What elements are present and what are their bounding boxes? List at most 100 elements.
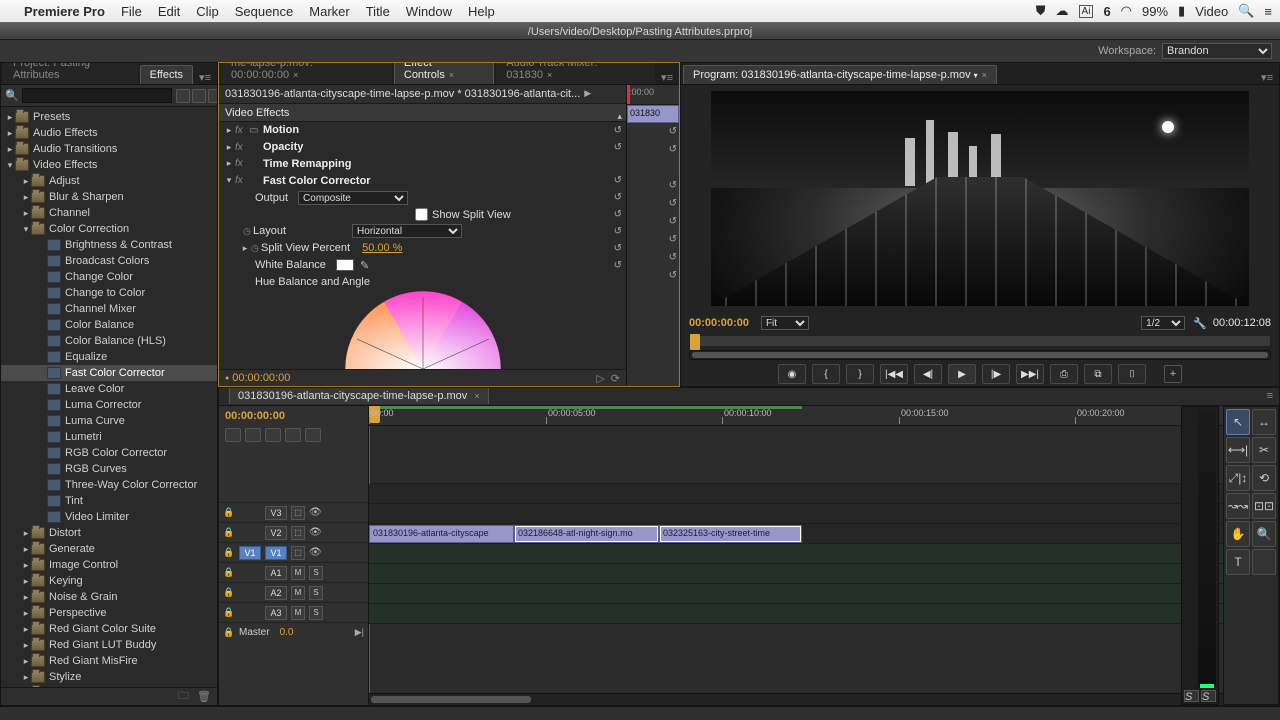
transport-btn-5[interactable]: ▶ (948, 364, 976, 384)
tool-btn-6[interactable]: ↝↝ (1226, 493, 1250, 519)
effect-keyframe-area[interactable]: :00:00 031830 ↺↺↺↺↺↺↺↺ (627, 85, 679, 386)
workspace-select[interactable]: Brandon (1162, 43, 1272, 59)
spotlight-icon[interactable]: 🔍 (1238, 3, 1254, 19)
track-target[interactable]: V1 (265, 546, 287, 560)
menu-help[interactable]: Help (468, 4, 495, 19)
effect-item[interactable]: Three-Way Color Corrector (1, 477, 217, 493)
tool-btn-0[interactable]: ↖ (1226, 409, 1250, 435)
transport-btn-2[interactable]: } (846, 364, 874, 384)
panel-menu-icon[interactable]: ▾≡ (655, 71, 679, 84)
tool-btn-5[interactable]: ⟲ (1252, 465, 1276, 491)
transport-btn-4[interactable]: ◀| (914, 364, 942, 384)
solo-btn[interactable]: S (309, 586, 323, 600)
output-select[interactable]: Composite (298, 191, 408, 205)
effects-folder[interactable]: Color Correction (1, 221, 217, 237)
battery-icon[interactable]: ▮ (1178, 3, 1185, 19)
menu-edit[interactable]: Edit (158, 4, 180, 19)
effect-item[interactable]: Fast Color Corrector (1, 365, 217, 381)
new-bin-icon[interactable]: 🗀 (178, 687, 189, 706)
lock-icon[interactable]: 🔒 (223, 607, 235, 618)
mute-btn[interactable]: M (291, 606, 305, 620)
effect-item[interactable]: RGB Color Corrector (1, 445, 217, 461)
hue-color-wheel[interactable] (219, 290, 626, 369)
layout-select[interactable]: Horizontal (352, 224, 462, 238)
fx-fast-color-corrector[interactable]: ▾fxFast Color Corrector↺ (219, 172, 626, 189)
effect-item[interactable]: Broadcast Colors (1, 253, 217, 269)
sequence-tab[interactable]: 031830196-atlanta-cityscape-time-lapse-p… (229, 387, 489, 404)
effects-search-input[interactable] (22, 88, 172, 103)
program-res-select[interactable]: 1/2 (1141, 316, 1185, 330)
accel-filter-icon[interactable] (176, 89, 190, 103)
effects-folder[interactable]: Red Giant Color Suite (1, 621, 217, 637)
yuv-filter-icon[interactable] (208, 89, 218, 103)
dropbox-icon[interactable]: ⛊ (1036, 3, 1046, 19)
wb-swatch[interactable] (336, 259, 354, 271)
effects-folder[interactable]: Audio Transitions (1, 141, 217, 157)
menu-sequence[interactable]: Sequence (235, 4, 294, 19)
effect-item[interactable]: Equalize (1, 349, 217, 365)
effects-folder[interactable]: Blur & Sharpen (1, 189, 217, 205)
fx-timecode[interactable]: 00:00:00:00 (232, 372, 290, 384)
source-patch[interactable]: V1 (239, 546, 261, 560)
program-fit-select[interactable]: Fit (761, 316, 809, 330)
toggle-sync[interactable]: ⬚ (291, 506, 305, 520)
marker-icon[interactable] (285, 428, 301, 442)
lock-icon[interactable]: 🔒 (223, 547, 235, 558)
eye-icon[interactable]: 👁 (309, 547, 323, 558)
timeline-clip[interactable]: 032186648-atl-night-sign.mo (514, 525, 659, 543)
effect-item[interactable]: Luma Corrector (1, 397, 217, 413)
transport-btn-1[interactable]: { (812, 364, 840, 384)
transport-btn-3[interactable]: |◀◀ (880, 364, 908, 384)
loop-icon[interactable]: ▷ (596, 372, 604, 385)
toggle-sync[interactable]: ⬚ (291, 546, 305, 560)
solo-left[interactable]: S (1184, 690, 1199, 702)
track-target[interactable]: V2 (265, 526, 287, 540)
settings-icon[interactable]: 🔧 (1193, 317, 1207, 330)
solo-right[interactable]: S (1201, 690, 1216, 702)
prog-label[interactable]: Video (1195, 4, 1228, 19)
tab-program[interactable]: Program: 031830196-atlanta-cityscape-tim… (683, 65, 997, 84)
transport-btn-8[interactable]: ⎙ (1050, 364, 1078, 384)
timeline-track-area[interactable]: 00:0000:00:05:0000:00:10:0000:00:15:0000… (369, 406, 1279, 705)
effect-item[interactable]: Change Color (1, 269, 217, 285)
effects-folder[interactable]: Stylize (1, 669, 217, 685)
program-scrub-bar[interactable] (689, 335, 1271, 347)
program-viewer[interactable] (681, 85, 1279, 312)
effects-folder[interactable]: Video Effects (1, 157, 217, 173)
lock-icon[interactable]: 🔒 (223, 567, 235, 578)
lock-icon[interactable]: 🔒 (223, 527, 235, 538)
tool-btn-10[interactable]: T (1226, 549, 1250, 575)
snap-icon[interactable] (245, 428, 261, 442)
solo-btn[interactable]: S (309, 566, 323, 580)
tool-btn-3[interactable]: ✂ (1252, 437, 1276, 463)
effects-tree[interactable]: PresetsAudio EffectsAudio TransitionsVid… (1, 107, 217, 687)
transport-btn-6[interactable]: |▶ (982, 364, 1010, 384)
menu-icon[interactable]: ≡ (1264, 4, 1272, 19)
effects-folder[interactable]: Generate (1, 541, 217, 557)
transport-btn-9[interactable]: ⧉ (1084, 364, 1112, 384)
menu-title[interactable]: Title (366, 4, 390, 19)
effect-item[interactable]: Channel Mixer (1, 301, 217, 317)
tab-effect-controls[interactable]: Effect Controls× (394, 62, 494, 84)
effect-item[interactable]: Lumetri (1, 429, 217, 445)
transport-btn-10[interactable]: ⌷ (1118, 364, 1146, 384)
effect-item[interactable]: Color Balance (HLS) (1, 333, 217, 349)
panel-menu-icon[interactable]: ▾≡ (193, 71, 217, 84)
mute-btn[interactable]: M (291, 566, 305, 580)
tool-btn-9[interactable]: 🔍 (1252, 521, 1276, 547)
program-tc-left[interactable]: 00:00:00:00 (689, 317, 749, 329)
tab-audio-mixer[interactable]: Audio Track Mixer: 031830× (496, 62, 655, 84)
effects-folder[interactable]: Adjust (1, 173, 217, 189)
effect-item[interactable]: Change to Color (1, 285, 217, 301)
effects-folder[interactable]: Presets (1, 109, 217, 125)
timeline-zoom-scroll[interactable] (369, 693, 1279, 705)
expand-icon[interactable]: ▶| (355, 627, 364, 638)
fx-time-remapping[interactable]: ▸fxTime Remapping (219, 156, 626, 173)
track-target[interactable]: A3 (265, 606, 287, 620)
split-pct-value[interactable]: 50.00 % (362, 242, 402, 254)
track-target[interactable]: A2 (265, 586, 287, 600)
settings-icon[interactable] (305, 428, 321, 442)
effect-item[interactable]: Video Limiter (1, 509, 217, 525)
tab-effects[interactable]: Effects (140, 65, 193, 84)
tab-project[interactable]: Project: Pasting Attributes (3, 62, 138, 84)
